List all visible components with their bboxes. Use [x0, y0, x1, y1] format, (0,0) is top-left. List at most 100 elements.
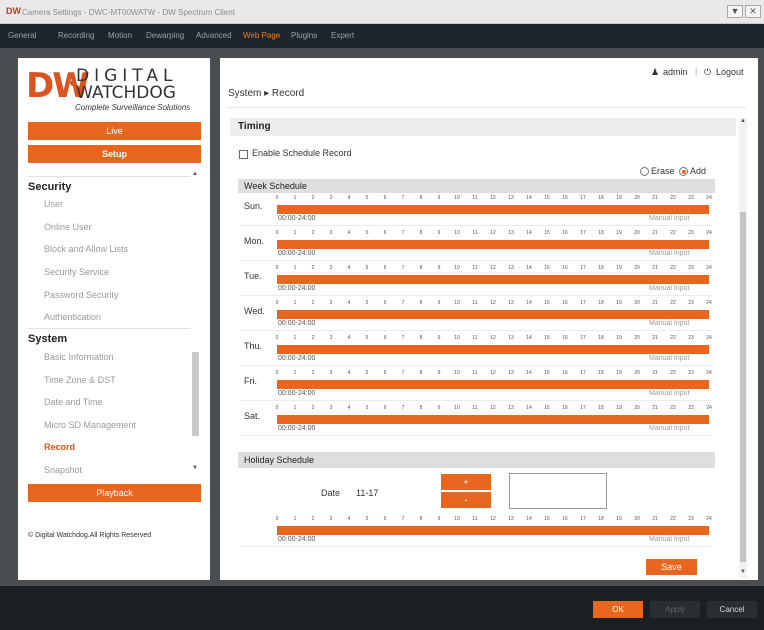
hour-tick-label: 4 — [347, 195, 351, 201]
erase-label: Erase — [651, 166, 675, 176]
save-button[interactable]: Save — [646, 559, 697, 575]
manual-input-link[interactable]: Manual Input — [649, 355, 689, 362]
hour-tick-label: 15 — [544, 300, 550, 306]
content-scrollbar-thumb[interactable] — [740, 212, 746, 562]
schedule-bar[interactable] — [277, 380, 709, 389]
hour-tick-label: 15 — [544, 370, 550, 376]
manual-input-link[interactable]: Manual Input — [649, 390, 689, 397]
schedule-time-label: 00:00-24:00 — [278, 250, 316, 257]
hour-tick-label: 4 — [347, 300, 351, 306]
hour-tick-label: 18 — [598, 516, 604, 522]
hour-tick-label: 7 — [401, 335, 405, 341]
sidebar-item-snapshot[interactable]: Snapshot — [44, 465, 82, 475]
row-divider — [240, 365, 712, 366]
schedule-bar[interactable] — [277, 526, 709, 535]
menu-recording[interactable]: Recording — [58, 31, 94, 40]
sidebar-item-micro-sd[interactable]: Micro SD Management — [44, 420, 136, 430]
logout-link[interactable]: Logout — [716, 67, 744, 77]
manual-input-link[interactable]: Manual Input — [649, 320, 689, 327]
manual-input-link[interactable]: Manual Input — [649, 285, 689, 292]
menu-expert[interactable]: Expert — [331, 31, 354, 40]
menu-advanced[interactable]: Advanced — [196, 31, 232, 40]
day-label: Thu. — [244, 341, 263, 351]
erase-radio[interactable] — [640, 167, 649, 176]
hour-tick-label: 1 — [293, 195, 297, 201]
minimize-button[interactable]: ▼ — [727, 5, 743, 18]
schedule-bar[interactable] — [277, 275, 709, 284]
scroll-up-icon[interactable]: ▲ — [192, 171, 200, 181]
schedule-bar[interactable] — [277, 310, 709, 319]
manual-input-link[interactable]: Manual Input — [649, 215, 689, 222]
sidebar-item-password-security[interactable]: Password Security — [44, 290, 119, 300]
hour-tick-label: 10 — [454, 230, 460, 236]
hour-tick-label: 13 — [508, 300, 514, 306]
hour-tick-label: 5 — [365, 335, 369, 341]
hour-tick-label: 19 — [616, 370, 622, 376]
live-button[interactable]: Live — [28, 122, 201, 140]
day-label: Tue. — [244, 271, 262, 281]
hour-tick-label: 8 — [419, 335, 423, 341]
hour-tick-label: 10 — [454, 405, 460, 411]
menu-dewarping[interactable]: Dewarping — [146, 31, 184, 40]
enable-schedule-checkbox[interactable] — [239, 150, 248, 159]
hour-tick-label: 14 — [526, 195, 532, 201]
sidebar-item-timezone[interactable]: Time Zone & DST — [44, 375, 116, 385]
hour-tick-label: 23 — [688, 370, 694, 376]
menu-web-page[interactable]: Web Page — [243, 31, 280, 40]
sidebar-item-basic-info[interactable]: Basic Information — [44, 352, 114, 362]
sidebar-item-security-service[interactable]: Security Service — [44, 267, 109, 277]
schedule-bar[interactable] — [277, 415, 709, 424]
add-holiday-button[interactable]: + — [441, 474, 491, 490]
hour-tick-label: 5 — [365, 230, 369, 236]
hour-tick-label: 20 — [634, 370, 640, 376]
sidebar-item-date-time[interactable]: Date and Time — [44, 397, 103, 407]
holiday-schedule-title: Holiday Schedule — [244, 455, 315, 465]
sidebar-item-block-allow[interactable]: Block and Allow Lists — [44, 244, 128, 254]
ok-button[interactable]: OK — [593, 601, 643, 618]
username[interactable]: admin — [663, 67, 688, 77]
content-scroll-up-icon[interactable]: ▲ — [740, 118, 746, 124]
week-schedule-title: Week Schedule — [244, 181, 307, 191]
apply-button[interactable]: Apply — [650, 601, 700, 618]
hour-tick-label: 11 — [472, 230, 478, 236]
sidebar-item-online-user[interactable]: Online User — [44, 222, 92, 232]
hour-ticks: 0 1 2 3 4 5 6 7 8 9 10 11 12 13 14 15 16 17 18 19 20 21 22 23 24 — [276, 265, 712, 275]
schedule-bar[interactable] — [277, 345, 709, 354]
hour-tick-label: 4 — [347, 516, 351, 522]
playback-button[interactable]: Playback — [28, 484, 201, 502]
hour-tick-label: 24 — [706, 230, 712, 236]
setup-button[interactable]: Setup — [28, 145, 201, 163]
hour-tick-label: 2 — [311, 230, 315, 236]
hour-tick-label: 5 — [365, 405, 369, 411]
hour-tick-label: 2 — [311, 265, 315, 271]
manual-input-link[interactable]: Manual Input — [649, 250, 689, 257]
close-button[interactable]: ✕ — [745, 5, 761, 18]
menu-general[interactable]: General — [8, 31, 36, 40]
remove-holiday-button[interactable]: - — [441, 492, 491, 508]
sidebar-item-authentication[interactable]: Authentication — [44, 312, 101, 322]
sidebar-item-record[interactable]: Record — [44, 442, 75, 452]
content-scroll-down-icon[interactable]: ▼ — [740, 569, 746, 575]
sidebar-item-user[interactable]: User — [44, 199, 63, 209]
add-radio[interactable] — [679, 167, 688, 176]
hour-tick-label: 20 — [634, 300, 640, 306]
manual-input-link[interactable]: Manual Input — [649, 425, 689, 432]
hour-tick-label: 9 — [437, 195, 441, 201]
manual-input-link[interactable]: Manual Input — [649, 536, 689, 543]
hour-tick-label: 8 — [419, 370, 423, 376]
scroll-down-icon[interactable]: ▼ — [192, 465, 200, 475]
schedule-bar[interactable] — [277, 205, 709, 214]
timing-section-header: Timing — [230, 118, 736, 136]
hour-ticks: 0 1 2 3 4 5 6 7 8 9 10 11 12 13 14 15 16 17 18 19 20 21 22 23 24 — [276, 195, 712, 205]
sidebar-scrollbar-thumb[interactable] — [192, 352, 199, 436]
menu-plugins[interactable]: Plugins — [291, 31, 317, 40]
schedule-time-label: 00:00-24:00 — [278, 285, 316, 292]
hour-ticks: 0 1 2 3 4 5 6 7 8 9 10 11 12 13 14 15 16 17 18 19 20 21 22 23 24 — [276, 516, 712, 526]
nav-head-security: Security — [28, 181, 72, 193]
holiday-date-list[interactable] — [509, 473, 607, 509]
hour-tick-label: 10 — [454, 516, 460, 522]
hour-tick-label: 8 — [419, 195, 423, 201]
cancel-button[interactable]: Cancel — [707, 601, 757, 618]
schedule-bar[interactable] — [277, 240, 709, 249]
menu-motion[interactable]: Motion — [108, 31, 132, 40]
